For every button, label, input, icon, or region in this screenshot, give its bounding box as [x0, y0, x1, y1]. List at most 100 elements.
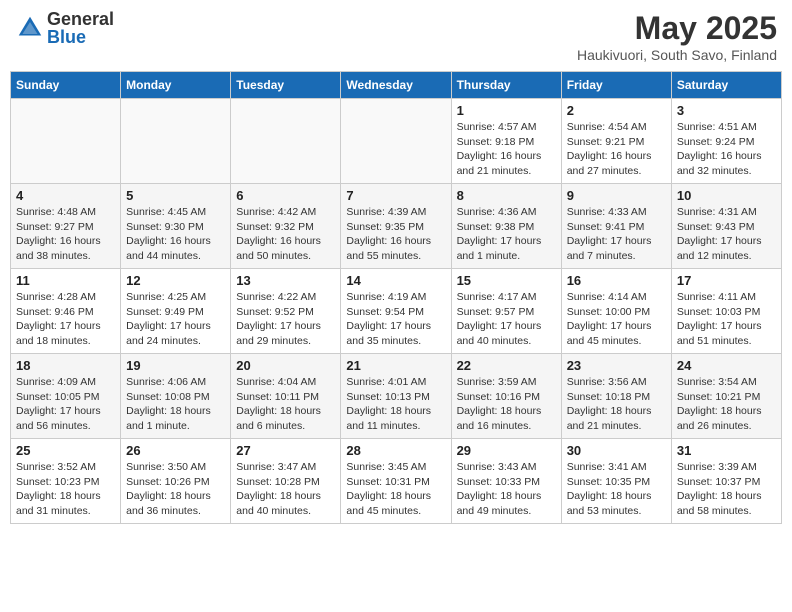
calendar-cell: 11 Sunrise: 4:28 AM Sunset: 9:46 PM Dayli…: [11, 269, 121, 354]
calendar-week-row: 18 Sunrise: 4:09 AM Sunset: 10:05 PM Dayl…: [11, 354, 782, 439]
day-number: 29: [457, 443, 556, 458]
location-subtitle: Haukivuori, South Savo, Finland: [577, 47, 777, 63]
day-info: Sunrise: 4:19 AM Sunset: 9:54 PM Dayligh…: [346, 290, 445, 349]
logo: General Blue: [15, 10, 114, 46]
page-header: General Blue May 2025 Haukivuori, South …: [10, 10, 782, 63]
day-number: 25: [16, 443, 115, 458]
logo-text: General Blue: [47, 10, 114, 46]
day-number: 14: [346, 273, 445, 288]
day-info: Sunrise: 4:11 AM Sunset: 10:03 PM Daylig…: [677, 290, 776, 349]
col-header-sunday: Sunday: [11, 72, 121, 99]
day-info: Sunrise: 4:45 AM Sunset: 9:30 PM Dayligh…: [126, 205, 225, 264]
day-info: Sunrise: 3:45 AM Sunset: 10:31 PM Daylig…: [346, 460, 445, 519]
calendar-week-row: 1Sunrise: 4:57 AM Sunset: 9:18 PM Daylig…: [11, 99, 782, 184]
day-info: Sunrise: 4:22 AM Sunset: 9:52 PM Dayligh…: [236, 290, 335, 349]
logo-icon: [15, 13, 45, 43]
day-number: 23: [567, 358, 666, 373]
calendar-cell: 26 Sunrise: 3:50 AM Sunset: 10:26 PM Dayl…: [121, 439, 231, 524]
day-info: Sunrise: 4:54 AM Sunset: 9:21 PM Dayligh…: [567, 120, 666, 179]
day-number: 13: [236, 273, 335, 288]
calendar-cell: 28Sunrise: 3:45 AM Sunset: 10:31 PM Dayl…: [341, 439, 451, 524]
calendar-cell: 22Sunrise: 3:59 AM Sunset: 10:16 PM Dayl…: [451, 354, 561, 439]
calendar-cell: [341, 99, 451, 184]
day-info: Sunrise: 3:52 AM Sunset: 10:23 PM Daylig…: [16, 460, 115, 519]
calendar-cell: 8 Sunrise: 4:36 AM Sunset: 9:38 PM Daylig…: [451, 184, 561, 269]
day-info: Sunrise: 4:39 AM Sunset: 9:35 PM Dayligh…: [346, 205, 445, 264]
logo-blue-text: Blue: [47, 28, 114, 46]
day-info: Sunrise: 4:25 AM Sunset: 9:49 PM Dayligh…: [126, 290, 225, 349]
day-number: 12: [126, 273, 225, 288]
calendar-cell: [121, 99, 231, 184]
day-number: 21: [346, 358, 445, 373]
calendar-cell: 23Sunrise: 3:56 AM Sunset: 10:18 PM Dayl…: [561, 354, 671, 439]
col-header-wednesday: Wednesday: [341, 72, 451, 99]
calendar-week-row: 25 Sunrise: 3:52 AM Sunset: 10:23 PM Dayl…: [11, 439, 782, 524]
day-info: Sunrise: 4:42 AM Sunset: 9:32 PM Dayligh…: [236, 205, 335, 264]
day-number: 19: [126, 358, 225, 373]
day-number: 24: [677, 358, 776, 373]
calendar-cell: 25 Sunrise: 3:52 AM Sunset: 10:23 PM Dayl…: [11, 439, 121, 524]
day-number: 18: [16, 358, 115, 373]
day-number: 2: [567, 103, 666, 118]
day-info: Sunrise: 4:28 AM Sunset: 9:46 PM Dayligh…: [16, 290, 115, 349]
day-number: 5: [126, 188, 225, 203]
logo-general-text: General: [47, 10, 114, 28]
day-info: Sunrise: 4:31 AM Sunset: 9:43 PM Dayligh…: [677, 205, 776, 264]
day-number: 10: [677, 188, 776, 203]
col-header-monday: Monday: [121, 72, 231, 99]
day-number: 27: [236, 443, 335, 458]
day-number: 8: [457, 188, 556, 203]
day-info: Sunrise: 4:14 AM Sunset: 10:00 PM Daylig…: [567, 290, 666, 349]
calendar-table: SundayMondayTuesdayWednesdayThursdayFrid…: [10, 71, 782, 524]
day-info: Sunrise: 4:01 AM Sunset: 10:13 PM Daylig…: [346, 375, 445, 434]
day-number: 3: [677, 103, 776, 118]
calendar-week-row: 4 Sunrise: 4:48 AM Sunset: 9:27 PM Daylig…: [11, 184, 782, 269]
title-block: May 2025 Haukivuori, South Savo, Finland: [577, 10, 777, 63]
calendar-cell: 13 Sunrise: 4:22 AM Sunset: 9:52 PM Dayli…: [231, 269, 341, 354]
calendar-cell: 6 Sunrise: 4:42 AM Sunset: 9:32 PM Daylig…: [231, 184, 341, 269]
calendar-cell: [231, 99, 341, 184]
day-number: 20: [236, 358, 335, 373]
day-number: 4: [16, 188, 115, 203]
calendar-cell: 9Sunrise: 4:33 AM Sunset: 9:41 PM Daylig…: [561, 184, 671, 269]
calendar-cell: 29 Sunrise: 3:43 AM Sunset: 10:33 PM Dayl…: [451, 439, 561, 524]
calendar-cell: 24Sunrise: 3:54 AM Sunset: 10:21 PM Dayl…: [671, 354, 781, 439]
calendar-cell: 19Sunrise: 4:06 AM Sunset: 10:08 PM Dayl…: [121, 354, 231, 439]
day-info: Sunrise: 4:33 AM Sunset: 9:41 PM Dayligh…: [567, 205, 666, 264]
calendar-cell: 1Sunrise: 4:57 AM Sunset: 9:18 PM Daylig…: [451, 99, 561, 184]
calendar-cell: 18 Sunrise: 4:09 AM Sunset: 10:05 PM Dayl…: [11, 354, 121, 439]
day-number: 17: [677, 273, 776, 288]
calendar-cell: 16Sunrise: 4:14 AM Sunset: 10:00 PM Dayl…: [561, 269, 671, 354]
day-info: Sunrise: 4:04 AM Sunset: 10:11 PM Daylig…: [236, 375, 335, 434]
col-header-tuesday: Tuesday: [231, 72, 341, 99]
day-number: 22: [457, 358, 556, 373]
day-info: Sunrise: 4:09 AM Sunset: 10:05 PM Daylig…: [16, 375, 115, 434]
day-number: 11: [16, 273, 115, 288]
calendar-cell: [11, 99, 121, 184]
calendar-cell: 10 Sunrise: 4:31 AM Sunset: 9:43 PM Dayli…: [671, 184, 781, 269]
month-title: May 2025: [577, 10, 777, 47]
day-number: 7: [346, 188, 445, 203]
day-number: 30: [567, 443, 666, 458]
calendar-header-row: SundayMondayTuesdayWednesdayThursdayFrid…: [11, 72, 782, 99]
day-info: Sunrise: 4:36 AM Sunset: 9:38 PM Dayligh…: [457, 205, 556, 264]
day-info: Sunrise: 3:43 AM Sunset: 10:33 PM Daylig…: [457, 460, 556, 519]
day-number: 26: [126, 443, 225, 458]
calendar-cell: 30Sunrise: 3:41 AM Sunset: 10:35 PM Dayl…: [561, 439, 671, 524]
day-number: 6: [236, 188, 335, 203]
calendar-cell: 12 Sunrise: 4:25 AM Sunset: 9:49 PM Dayli…: [121, 269, 231, 354]
day-number: 31: [677, 443, 776, 458]
calendar-cell: 14 Sunrise: 4:19 AM Sunset: 9:54 PM Dayli…: [341, 269, 451, 354]
day-info: Sunrise: 4:48 AM Sunset: 9:27 PM Dayligh…: [16, 205, 115, 264]
calendar-week-row: 11 Sunrise: 4:28 AM Sunset: 9:46 PM Dayli…: [11, 269, 782, 354]
day-info: Sunrise: 3:39 AM Sunset: 10:37 PM Daylig…: [677, 460, 776, 519]
day-info: Sunrise: 4:17 AM Sunset: 9:57 PM Dayligh…: [457, 290, 556, 349]
calendar-cell: 15Sunrise: 4:17 AM Sunset: 9:57 PM Dayli…: [451, 269, 561, 354]
calendar-cell: 4 Sunrise: 4:48 AM Sunset: 9:27 PM Daylig…: [11, 184, 121, 269]
day-info: Sunrise: 4:51 AM Sunset: 9:24 PM Dayligh…: [677, 120, 776, 179]
calendar-cell: 21 Sunrise: 4:01 AM Sunset: 10:13 PM Dayl…: [341, 354, 451, 439]
day-number: 1: [457, 103, 556, 118]
col-header-saturday: Saturday: [671, 72, 781, 99]
day-info: Sunrise: 3:50 AM Sunset: 10:26 PM Daylig…: [126, 460, 225, 519]
calendar-cell: 7 Sunrise: 4:39 AM Sunset: 9:35 PM Daylig…: [341, 184, 451, 269]
